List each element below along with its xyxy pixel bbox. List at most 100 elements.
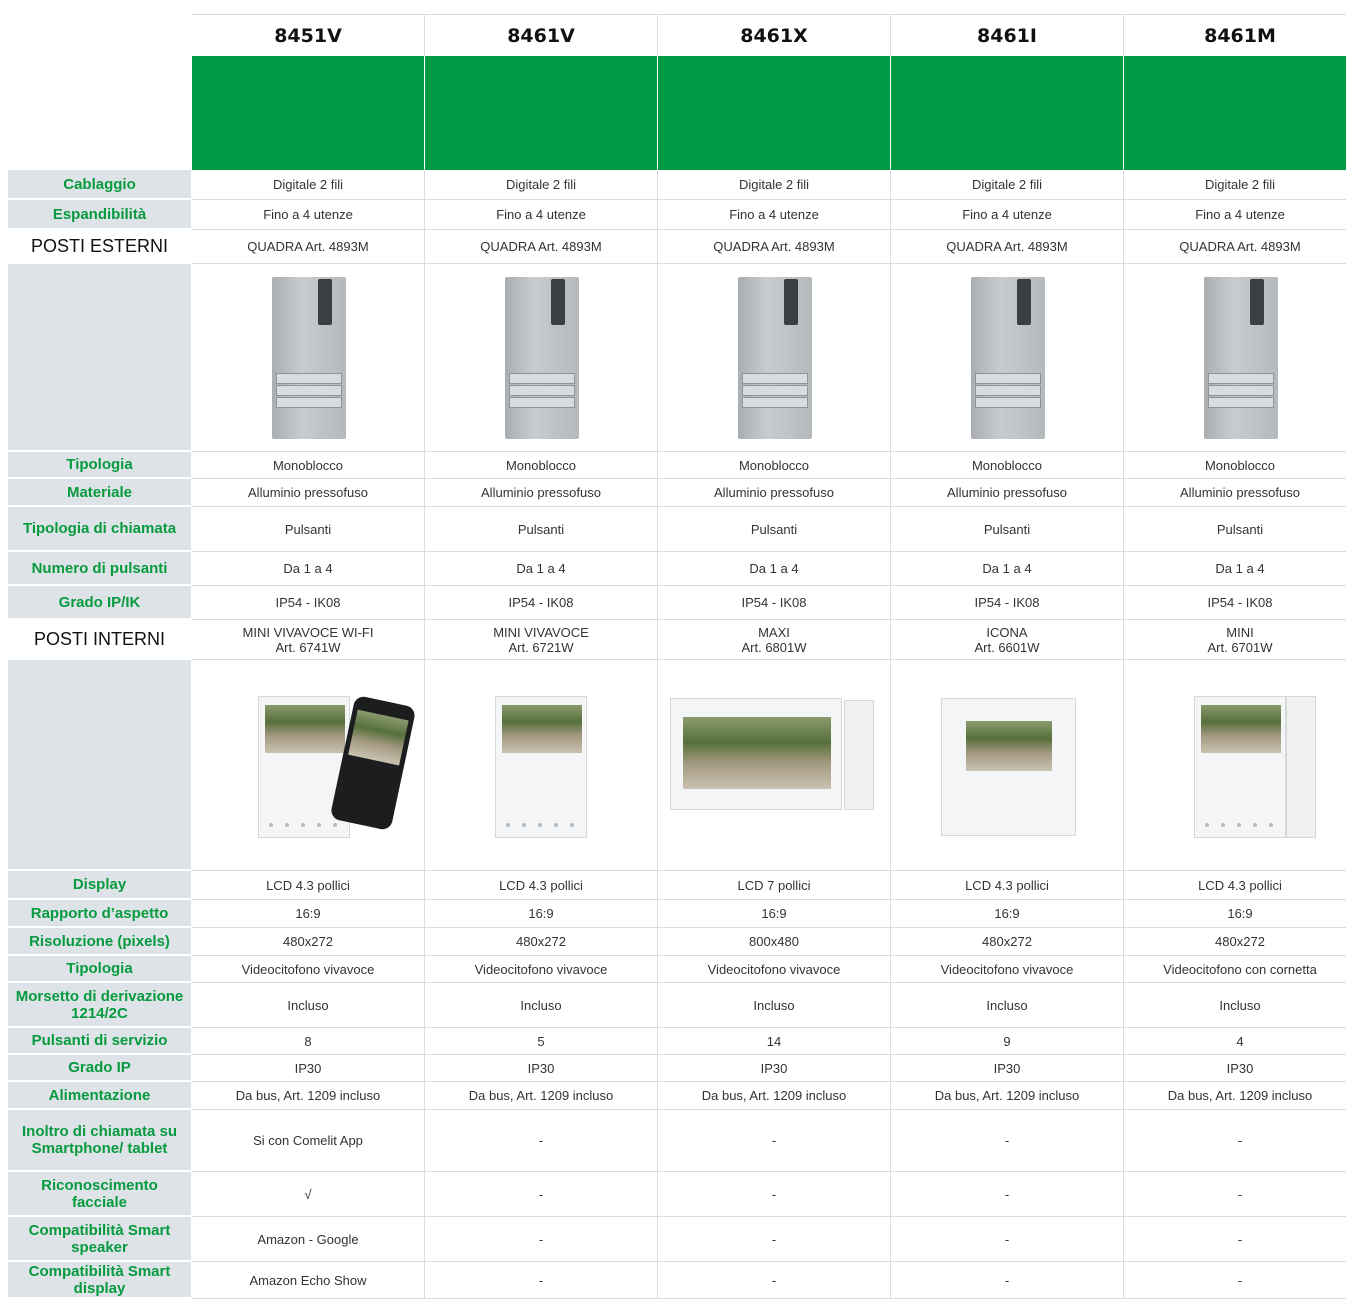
spec-row-value: - <box>1124 1262 1346 1299</box>
monitor-image <box>1124 660 1346 871</box>
call-button-icon <box>1207 397 1274 408</box>
spec-row-value: 16:9 <box>192 900 425 928</box>
spec-row-value: Da bus, Art. 1209 incluso <box>192 1082 425 1110</box>
spec-row-value: - <box>658 1262 891 1299</box>
door-panel-icon <box>504 277 579 439</box>
screen-icon <box>265 705 345 753</box>
spec-row-label: Compatibilità Smart display <box>8 1262 191 1299</box>
spec-row-value: Incluso <box>1124 983 1346 1028</box>
camera-icon <box>1249 279 1264 325</box>
screen-icon <box>502 705 582 753</box>
spec-row-value: Pulsanti <box>891 507 1124 552</box>
spec-row-value: Digitale 2 fili <box>1124 170 1346 200</box>
spec-row-value: 16:9 <box>425 900 658 928</box>
section-external-value: QUADRA Art. 4893M <box>1124 230 1346 264</box>
monitor-icon <box>670 698 842 810</box>
spec-row-value: Amazon Echo Show <box>192 1262 425 1299</box>
model-color-band <box>1124 56 1346 170</box>
service-button-icon <box>570 823 574 827</box>
spec-row-value: Fino a 4 utenze <box>1124 200 1346 230</box>
spec-row-value: Da 1 a 4 <box>192 552 425 586</box>
section-internal-value: ICONA Art. 6601W <box>891 620 1124 660</box>
spec-row-value: Digitale 2 fili <box>891 170 1124 200</box>
spec-row-label: Inoltro di chiamata su Smartphone/ table… <box>8 1110 191 1172</box>
device-article: Art. 6601W <box>974 639 1040 655</box>
call-button-icon <box>741 385 808 396</box>
spec-row-label: Pulsanti di servizio <box>8 1028 191 1055</box>
device-article: Art. 6721W <box>508 639 574 655</box>
call-button-icon <box>508 397 575 408</box>
spec-row-value: Fino a 4 utenze <box>658 200 891 230</box>
call-button-icon <box>741 397 808 408</box>
device-name: ICONA <box>986 624 1028 640</box>
service-button-icon <box>1253 823 1257 827</box>
monitor-image <box>658 660 891 871</box>
spec-row-value: Digitale 2 fili <box>658 170 891 200</box>
device-name: MINI VIVAVOCE <box>493 624 589 640</box>
spec-row-value: Videocitofono vivavoce <box>192 956 425 983</box>
image-row-label <box>8 660 191 871</box>
camera-icon <box>550 279 565 325</box>
door-panel-icon <box>737 277 812 439</box>
spec-row-value: Incluso <box>658 983 891 1028</box>
screen-icon <box>683 717 831 789</box>
door-panel-icon <box>1203 277 1278 439</box>
spec-row-value: LCD 4.3 pollici <box>891 871 1124 900</box>
door-panel-icon <box>271 277 346 439</box>
service-button-icon <box>1205 823 1209 827</box>
spec-row-value: IP54 - IK08 <box>891 586 1124 620</box>
spec-row-value: Da 1 a 4 <box>658 552 891 586</box>
spec-row-value: LCD 4.3 pollici <box>192 871 425 900</box>
spec-row-value: 14 <box>658 1028 891 1055</box>
door-panel-image <box>658 264 891 452</box>
spec-row-value: Alluminio pressofuso <box>192 479 425 507</box>
spec-row-value: Da bus, Art. 1209 incluso <box>1124 1082 1346 1110</box>
monitor-icon <box>495 696 587 838</box>
door-panel-image <box>425 264 658 452</box>
spec-row-value: Videocitofono vivavoce <box>658 956 891 983</box>
spec-row-value: - <box>658 1172 891 1217</box>
spec-row-label: Cablaggio <box>8 170 191 200</box>
door-panel-icon <box>970 277 1045 439</box>
service-button-icon <box>522 823 526 827</box>
spec-row-value: 800x480 <box>658 928 891 956</box>
handset-icon <box>1286 696 1316 838</box>
service-button-icon <box>333 823 337 827</box>
spec-row-value: - <box>1124 1217 1346 1262</box>
spec-row-label: Risoluzione (pixels) <box>8 928 191 956</box>
model-header-8461i: 8461I <box>891 14 1124 56</box>
service-button-icon <box>554 823 558 827</box>
spec-row-label: Numero di pulsanti <box>8 552 191 586</box>
service-button-icon <box>1237 823 1241 827</box>
spec-row-value: Videocitofono vivavoce <box>891 956 1124 983</box>
spec-row-label: Grado IP/IK <box>8 586 191 620</box>
spec-row-label: Tipologia <box>8 452 191 479</box>
device-name: MAXI <box>758 624 790 640</box>
spec-row-value: Pulsanti <box>1124 507 1346 552</box>
spec-row-value: LCD 4.3 pollici <box>1124 871 1346 900</box>
door-panel-image <box>192 264 425 452</box>
spec-row-value: Pulsanti <box>192 507 425 552</box>
call-button-icon <box>1207 385 1274 396</box>
spec-row-value: Monoblocco <box>658 452 891 479</box>
device-article: Art. 6701W <box>1207 639 1273 655</box>
spec-row-value: Monoblocco <box>1124 452 1346 479</box>
spec-row-value: 480x272 <box>891 928 1124 956</box>
spec-row-value: Alluminio pressofuso <box>425 479 658 507</box>
spec-row-value: - <box>891 1172 1124 1217</box>
model-header-8451v: 8451V <box>192 14 425 56</box>
call-button-icon <box>275 397 342 408</box>
spec-row-value: - <box>891 1217 1124 1262</box>
spec-row-value: Alluminio pressofuso <box>891 479 1124 507</box>
screen-icon <box>966 721 1052 771</box>
spec-row-value: Incluso <box>891 983 1124 1028</box>
spec-row-label: Tipologia <box>8 956 191 983</box>
monitor-image <box>192 660 425 871</box>
handset-icon <box>844 700 874 810</box>
spec-row-value: 480x272 <box>425 928 658 956</box>
spec-row-value: √ <box>192 1172 425 1217</box>
spec-row-value: Da bus, Art. 1209 incluso <box>891 1082 1124 1110</box>
spec-row-value: 480x272 <box>192 928 425 956</box>
spec-row-value: Monoblocco <box>192 452 425 479</box>
spec-row-label: Display <box>8 871 191 900</box>
